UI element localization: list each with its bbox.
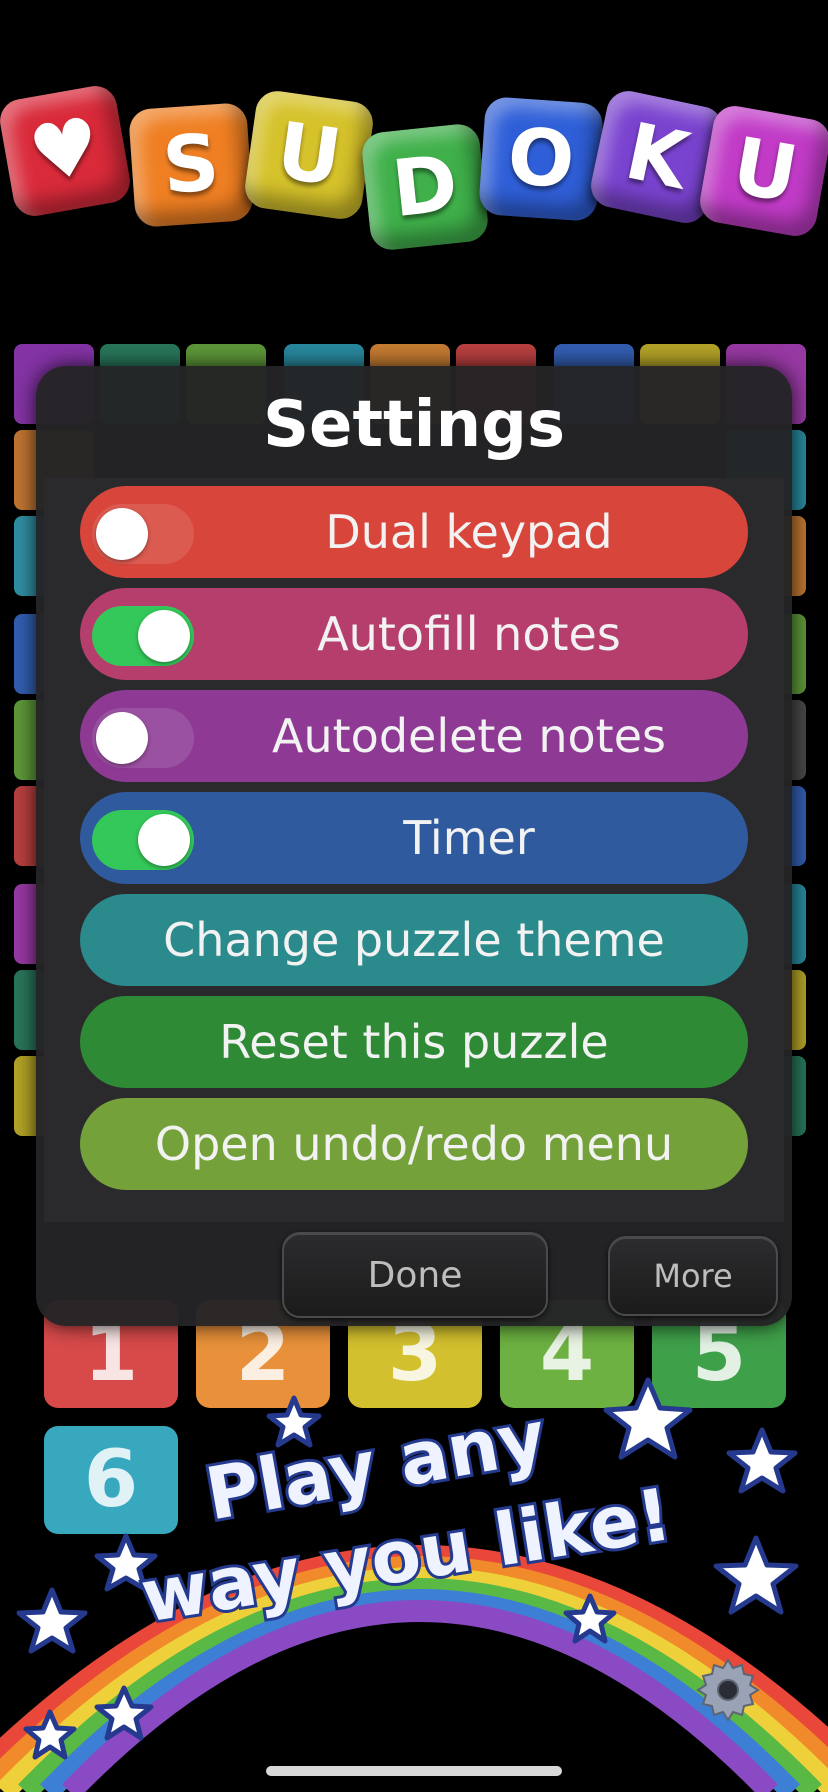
autodelete-notes-toggle[interactable] <box>92 708 194 768</box>
autodelete-notes-row[interactable]: Autodelete notes <box>80 690 748 782</box>
done-button[interactable]: Done <box>282 1232 548 1318</box>
undo-redo-menu-label: Open undo/redo menu <box>154 1117 674 1171</box>
timer-row[interactable]: Timer <box>80 792 748 884</box>
star-icon <box>713 1535 799 1615</box>
logo-cube-o: O <box>478 96 604 222</box>
dual-keypad-row[interactable]: Dual keypad <box>80 486 748 578</box>
autofill-notes-row[interactable]: Autofill notes <box>80 588 748 680</box>
change-puzzle-theme-button[interactable]: Change puzzle theme <box>80 894 748 986</box>
rainbow-banner: Play any way you like! <box>0 1377 828 1792</box>
timer-label: Timer <box>403 811 535 865</box>
gear-icon[interactable] <box>694 1656 762 1724</box>
logo-cube-s: S <box>128 102 254 228</box>
home-indicator[interactable] <box>266 1766 562 1776</box>
logo-cube-heart: ♥ <box>0 82 134 220</box>
toggle-knob <box>138 814 190 866</box>
reset-puzzle-button[interactable]: Reset this puzzle <box>80 996 748 1088</box>
logo-cube-u: U <box>242 88 376 222</box>
more-button[interactable]: More <box>608 1236 778 1316</box>
undo-redo-menu-button[interactable]: Open undo/redo menu <box>80 1098 748 1190</box>
star-icon <box>726 1427 798 1494</box>
timer-toggle[interactable] <box>92 810 194 870</box>
dual-keypad-toggle[interactable] <box>92 504 194 564</box>
toggle-knob <box>96 712 148 764</box>
logo-cube-d: D <box>360 122 490 252</box>
sudoku-logo: ♥ S U D O K U <box>0 70 828 270</box>
toggle-knob <box>96 508 148 560</box>
done-label: Done <box>367 1254 463 1296</box>
autofill-notes-toggle[interactable] <box>92 606 194 666</box>
more-label: More <box>653 1257 733 1295</box>
reset-puzzle-label: Reset this puzzle <box>219 1015 609 1069</box>
autodelete-notes-label: Autodelete notes <box>272 709 666 763</box>
toggle-knob <box>138 610 190 662</box>
star-icon <box>16 1587 88 1654</box>
settings-title: Settings <box>262 388 566 462</box>
settings-dialog: Settings Dual keypad Autofill notes Auto… <box>36 366 792 1326</box>
star-icon <box>603 1377 693 1460</box>
logo-cube-u2: U <box>696 102 828 240</box>
autofill-notes-label: Autofill notes <box>317 607 621 661</box>
dual-keypad-label: Dual keypad <box>325 505 613 559</box>
change-puzzle-theme-label: Change puzzle theme <box>163 913 665 967</box>
